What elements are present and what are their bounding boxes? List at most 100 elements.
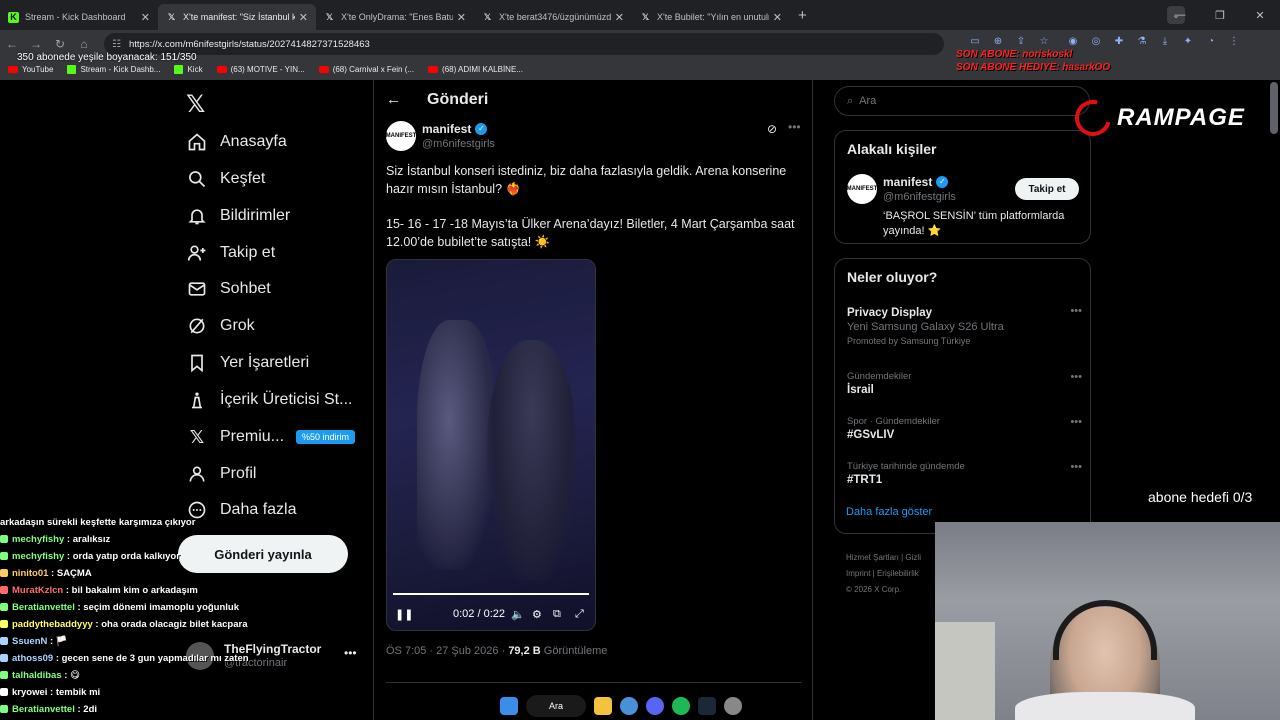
app-icon[interactable] xyxy=(724,697,742,715)
nav-chat[interactable]: Sohbet xyxy=(186,271,271,307)
trend-item[interactable]: Spor · Gündemdekiler #GSvLIV ••• xyxy=(847,416,1082,441)
chat-username[interactable]: mechyfishy xyxy=(12,551,64,562)
bookmark-kick[interactable]: Kick xyxy=(174,64,203,74)
nav-follow[interactable]: Takip et xyxy=(186,235,275,271)
browser-tab-onlydrama[interactable]: 𝕏 X'te OnlyDrama: "Enes Batur'un ✕ xyxy=(316,4,474,30)
pause-icon[interactable]: ❚❚ xyxy=(395,608,413,621)
more-dots-icon[interactable]: ••• xyxy=(344,646,357,660)
follow-button[interactable]: Takip et xyxy=(1015,178,1079,200)
trend-item[interactable]: Gündemdekiler İsrail ••• xyxy=(847,371,1082,396)
steam-icon[interactable] xyxy=(698,697,716,715)
browser-tab-bubilet[interactable]: 𝕏 X'te Bubilet: "Yılın en unutulma ✕ xyxy=(632,4,790,30)
chat-username[interactable]: Beratianvettel xyxy=(12,602,75,613)
extension-icon[interactable]: ✦ xyxy=(1181,36,1195,50)
nav-premium[interactable]: 𝕏 Premiu... %50 indirim xyxy=(186,419,356,455)
grok-icon[interactable]: ⊘ xyxy=(767,122,777,136)
search-input[interactable]: ⌕ Ara xyxy=(834,86,1090,116)
bookmark-kick-dashboard[interactable]: Stream - Kick Dashb... xyxy=(67,64,160,74)
kick-icon xyxy=(174,64,184,74)
author-name[interactable]: manifest ✓ xyxy=(422,122,488,136)
x-logo-icon[interactable]: 𝕏 xyxy=(186,90,205,119)
nav-profile[interactable]: Profil xyxy=(186,456,256,492)
settings-icon[interactable]: ⚙ xyxy=(532,608,542,621)
trend-item[interactable]: Türkiye tarihinde gündemde #TRT1 ••• xyxy=(847,461,1082,486)
back-arrow-icon[interactable]: ← xyxy=(386,91,401,108)
related-name[interactable]: manifest ✓ xyxy=(883,175,949,189)
file-explorer-icon[interactable] xyxy=(594,697,612,715)
url-bar[interactable]: ☷ https://x.com/m6nifestgirls/status/202… xyxy=(104,33,944,55)
author-handle[interactable]: @m6nifestgirls xyxy=(422,138,495,150)
trend-item[interactable]: Privacy Display Yeni Samsung Galaxy S26 … xyxy=(847,305,1082,346)
download-icon[interactable]: ⤓ xyxy=(1158,36,1172,50)
forward-icon[interactable]: → xyxy=(24,37,48,51)
browser-tab-manifest[interactable]: 𝕏 X'te manifest: "Siz İstanbul k ✕ xyxy=(158,4,316,30)
chat-username[interactable]: paddythebaddyyy xyxy=(12,619,93,630)
nav-bookmarks[interactable]: Yer İşaretleri xyxy=(186,345,309,381)
browser-tab-berat[interactable]: 𝕏 X'te berat3476/üzgünümüzdü ✕ xyxy=(474,4,632,30)
post-timestamp[interactable]: ÖS 7:05 · 27 Şub 2026 · xyxy=(386,645,508,657)
footer-link[interactable]: Imprint | Erişilebilirlik xyxy=(846,566,946,582)
close-icon[interactable]: ✕ xyxy=(299,11,308,24)
fullscreen-icon[interactable]: ⤢ xyxy=(575,608,584,621)
close-icon[interactable]: ✕ xyxy=(141,11,150,24)
minimize-icon[interactable]: — xyxy=(1160,9,1200,21)
close-icon[interactable]: ✕ xyxy=(457,11,466,24)
home-browser-icon[interactable]: ⌂ xyxy=(72,37,96,51)
nav-label: Anasayfa xyxy=(220,133,287,150)
browser-tab-kick[interactable]: K Stream - Kick Dashboard ✕ xyxy=(0,4,158,30)
more-dots-icon[interactable]: ••• xyxy=(788,120,801,134)
video-progress-bar[interactable] xyxy=(393,593,589,595)
volume-icon[interactable]: 🔈 xyxy=(511,608,525,621)
spotify-icon[interactable] xyxy=(672,697,690,715)
views-label: Görüntüleme xyxy=(540,645,608,657)
more-dots-icon[interactable]: ••• xyxy=(1070,461,1082,473)
close-icon[interactable]: ✕ xyxy=(773,11,782,24)
back-icon[interactable]: ← xyxy=(0,37,24,51)
chrome-icon[interactable] xyxy=(620,697,638,715)
bookmark-adimi-kalbine[interactable]: (68) ADIMI KALBİNE... xyxy=(428,65,523,74)
profile-browser-icon[interactable]: ◔ xyxy=(1204,36,1218,50)
windows-start-icon[interactable] xyxy=(500,697,518,715)
close-icon[interactable]: ✕ xyxy=(615,11,624,24)
discord-icon[interactable] xyxy=(646,697,664,715)
bookmark-motive[interactable]: (63) MOTIVE - YIN... xyxy=(216,65,305,74)
taskbar-search[interactable]: Ara xyxy=(526,695,586,717)
nav-notifications[interactable]: Bildirimler xyxy=(186,198,290,234)
site-info-icon[interactable]: ☷ xyxy=(112,39,121,50)
author-avatar[interactable]: MANIFEST xyxy=(386,121,416,151)
more-dots-icon[interactable]: ••• xyxy=(1070,305,1082,317)
bookmark-youtube[interactable]: YouTube xyxy=(8,65,53,74)
nav-grok[interactable]: Grok xyxy=(186,308,255,344)
chat-username[interactable]: athoss09 xyxy=(12,653,53,664)
related-handle[interactable]: @m6nifestgirls xyxy=(883,191,956,203)
video-player[interactable]: ❚❚ 0:02 / 0:22 🔈 ⚙ ⧉ ⤢ xyxy=(386,259,596,631)
window-close-icon[interactable]: ✕ xyxy=(1240,9,1280,22)
chat-username[interactable]: talhaldibas xyxy=(12,670,62,681)
bookmark-carnival[interactable]: (68) Carnival x Fein (... xyxy=(318,65,414,74)
chat-username[interactable]: MuratKzlcn xyxy=(12,585,63,596)
maximize-icon[interactable]: ❐ xyxy=(1200,9,1240,22)
puzzle-icon[interactable]: ✚ xyxy=(1112,36,1126,50)
footer-link[interactable]: Hizmet Şartları | Gizli xyxy=(846,550,946,566)
more-dots-icon[interactable]: ••• xyxy=(1070,416,1082,428)
chat-username[interactable]: mechyfishy xyxy=(12,534,64,545)
author-avatar[interactable]: MANIFEST xyxy=(847,174,877,204)
new-tab-icon[interactable]: + xyxy=(798,7,807,24)
pip-icon[interactable]: ⧉ xyxy=(553,608,561,621)
chat-username[interactable]: Beratianvettel xyxy=(12,704,75,715)
chat-username[interactable]: kryowei xyxy=(12,687,47,698)
flask-icon[interactable]: ⚗ xyxy=(1135,36,1149,50)
chat-username[interactable]: SsuenN xyxy=(12,636,47,647)
nav-explore[interactable]: Keşfet xyxy=(186,161,265,197)
nav-creator-studio[interactable]: İçerik Üreticisi St... xyxy=(186,382,352,418)
scrollbar[interactable] xyxy=(1270,82,1278,134)
show-more-link[interactable]: Daha fazla göster xyxy=(846,506,932,518)
nav-label: Grok xyxy=(220,317,255,334)
trend-subtitle: Yeni Samsung Galaxy S26 Ultra xyxy=(847,321,1004,333)
chat-username[interactable]: ninito01 xyxy=(12,568,48,579)
chat-badge-icon xyxy=(0,637,8,645)
more-dots-icon[interactable]: ••• xyxy=(1070,371,1082,383)
nav-home[interactable]: Anasayfa xyxy=(186,124,287,160)
reload-icon[interactable]: ↻ xyxy=(48,37,72,51)
menu-dots-icon[interactable]: ⋮ xyxy=(1227,36,1241,50)
